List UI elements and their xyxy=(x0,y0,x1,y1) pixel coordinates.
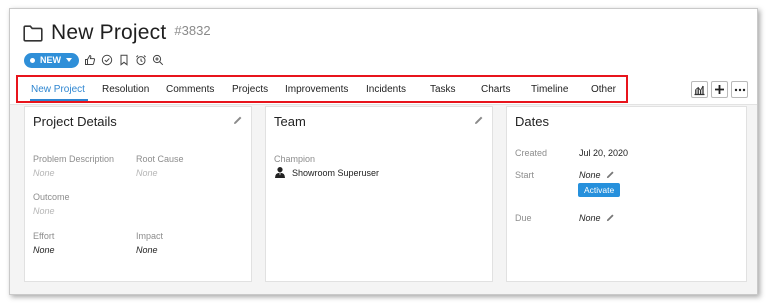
tab-comments[interactable]: Comments xyxy=(166,77,214,103)
tab-charts[interactable]: Charts xyxy=(481,77,510,103)
chart-button[interactable] xyxy=(691,81,708,98)
more-button[interactable] xyxy=(731,81,748,98)
alarm-clock-icon[interactable] xyxy=(135,54,147,66)
status-label: NEW xyxy=(40,55,61,65)
status-dot xyxy=(30,57,35,63)
due-label: Due xyxy=(515,213,532,223)
tabs-highlight-box: New Project Resolution Comments Projects… xyxy=(16,75,628,103)
tab-bar: New Project Resolution Comments Projects… xyxy=(10,75,757,105)
add-button[interactable] xyxy=(711,81,728,98)
root-cause-value: None xyxy=(136,168,158,178)
created-value: Jul 20, 2020 xyxy=(579,148,629,158)
tab-projects[interactable]: Projects xyxy=(232,77,268,103)
check-circle-icon[interactable] xyxy=(101,54,113,66)
dates-card: Dates Created Jul 20, 2020 Start None Ac… xyxy=(506,106,747,282)
start-field: None xyxy=(579,170,615,180)
app-window: New Project #3832 NEW New Project Resolu… xyxy=(9,8,758,295)
tab-new-project[interactable]: New Project xyxy=(30,77,88,103)
outcome-value: None xyxy=(33,206,55,216)
card-title: Team xyxy=(274,114,306,129)
impact-value: None xyxy=(136,245,158,255)
card-title: Dates xyxy=(515,114,549,129)
page-title: New Project xyxy=(51,21,167,44)
tab-timeline[interactable]: Timeline xyxy=(531,77,568,103)
team-card: Team Champion Showroom Superuser xyxy=(265,106,493,282)
user-avatar-icon xyxy=(275,167,285,178)
tab-resolution[interactable]: Resolution xyxy=(102,77,149,103)
pencil-icon[interactable] xyxy=(233,115,243,125)
card-title: Project Details xyxy=(33,114,117,129)
problem-description-value: None xyxy=(33,168,55,178)
champion-name[interactable]: Showroom Superuser xyxy=(292,168,379,178)
project-details-card: Project Details Problem Description None… xyxy=(24,106,252,282)
project-header: New Project #3832 NEW xyxy=(10,9,757,75)
tab-other[interactable]: Other xyxy=(591,77,616,103)
effort-value: None xyxy=(33,245,55,255)
outcome-label: Outcome xyxy=(33,192,70,202)
title-row: New Project #3832 xyxy=(23,21,211,45)
project-id: #3832 xyxy=(174,22,211,38)
status-row: NEW xyxy=(24,52,164,68)
start-label: Start xyxy=(515,170,535,180)
due-value: None xyxy=(579,213,601,223)
zoom-icon[interactable] xyxy=(152,54,164,66)
created-label: Created xyxy=(515,148,548,158)
bookmark-icon[interactable] xyxy=(118,54,130,66)
impact-label: Impact xyxy=(136,231,164,241)
folder-icon xyxy=(23,24,43,42)
tab-tasks[interactable]: Tasks xyxy=(430,77,456,103)
problem-description-label: Problem Description xyxy=(33,154,115,164)
chart-icon xyxy=(694,85,705,96)
start-value: None xyxy=(579,170,601,180)
tab-improvements[interactable]: Improvements xyxy=(285,77,348,103)
chevron-down-icon xyxy=(66,58,72,62)
pencil-icon[interactable] xyxy=(474,115,484,125)
pencil-icon[interactable] xyxy=(606,170,615,179)
pencil-icon[interactable] xyxy=(606,213,615,222)
tab-incidents[interactable]: Incidents xyxy=(366,77,406,103)
activate-button[interactable]: Activate xyxy=(578,183,621,197)
effort-label: Effort xyxy=(33,231,55,241)
thumbs-up-icon[interactable] xyxy=(84,54,96,66)
root-cause-label: Root Cause xyxy=(136,154,184,164)
plus-icon xyxy=(715,85,724,94)
status-dropdown[interactable]: NEW xyxy=(24,52,79,68)
more-icon xyxy=(734,88,745,91)
champion-label: Champion xyxy=(274,154,316,164)
due-field: None xyxy=(579,213,615,223)
